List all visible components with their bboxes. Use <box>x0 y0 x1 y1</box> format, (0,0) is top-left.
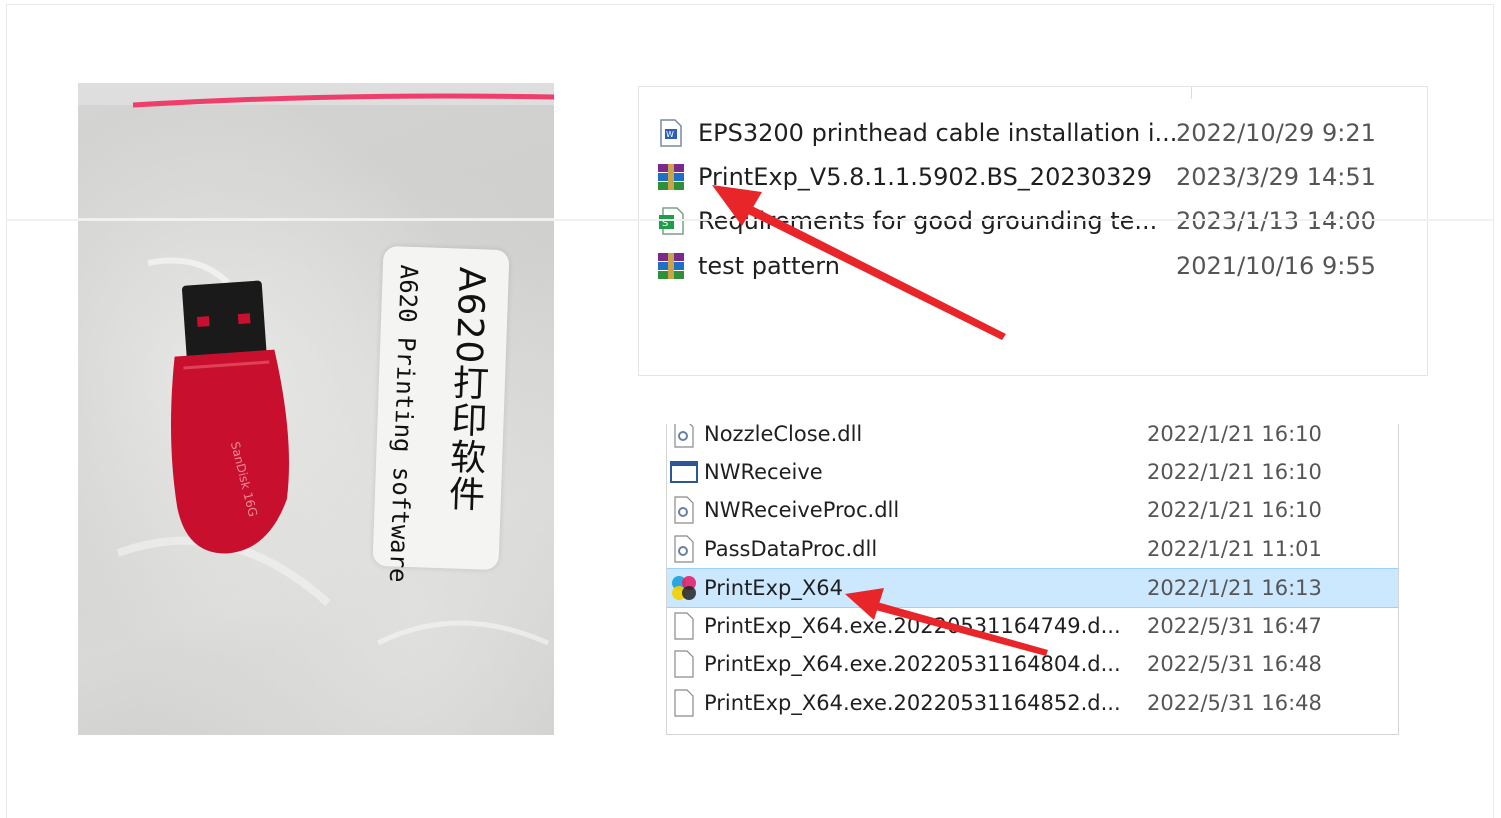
file-date: 2022/5/31 16:48 <box>1147 691 1322 715</box>
top-file-listing: W EPS3200 printhead cable installation i… <box>638 86 1428 376</box>
file-name: NWReceiveProc.dll <box>704 498 900 522</box>
dll-file-icon <box>669 424 699 450</box>
usb-label-chinese: A620打印软件 <box>442 266 492 513</box>
file-date: 2022/5/31 16:48 <box>1147 652 1322 676</box>
usb-label-english: A620 Printing software <box>383 264 423 583</box>
spreadsheet-icon: S <box>655 205 687 237</box>
file-row[interactable]: PassDataProc.dll 2022/1/21 11:01 <box>667 530 1398 568</box>
file-name: PrintExp_X64 <box>704 576 843 600</box>
usb-drive-photo: SanDisk 16G A620打印软件 A620 Printing softw… <box>78 83 554 735</box>
file-row[interactable]: NozzleClose.dll 2022/1/21 16:10 <box>667 424 1398 453</box>
dll-file-icon <box>669 494 699 526</box>
file-row[interactable]: NWReceive 2022/1/21 16:10 <box>667 453 1398 491</box>
svg-text:W: W <box>666 130 674 139</box>
file-name: PrintExp_X64.exe.20220531164749.d... <box>704 614 1121 638</box>
file-date: 2022/1/21 16:10 <box>1147 460 1322 484</box>
file-name: NozzleClose.dll <box>704 424 863 446</box>
file-row[interactable]: PrintExp_X64.exe.20220531164749.d... 202… <box>667 607 1398 645</box>
file-date: 2022/1/21 16:13 <box>1147 576 1322 600</box>
file-row[interactable]: W EPS3200 printhead cable installation i… <box>639 111 1427 155</box>
window-app-icon <box>669 456 699 488</box>
frame-left-line <box>6 4 7 818</box>
frame-top-line <box>6 4 1494 5</box>
file-date: 2022/10/29 9:21 <box>1176 119 1376 147</box>
frame-right-line <box>1493 4 1494 818</box>
dll-file-icon <box>669 533 699 565</box>
file-row-selected[interactable]: PrintExp_X64 2022/1/21 16:13 <box>667 568 1398 608</box>
usb-drive: SanDisk 16G <box>170 280 289 554</box>
file-date: 2022/5/31 16:47 <box>1147 614 1322 638</box>
file-date: 2021/10/16 9:55 <box>1176 252 1376 280</box>
file-name: PrintExp_V5.8.1.1.5902.BS_20230329 <box>698 163 1152 191</box>
blank-file-icon <box>669 610 699 642</box>
file-name: EPS3200 printhead cable installation i..… <box>698 119 1176 147</box>
file-date: 2022/1/21 16:10 <box>1147 498 1322 522</box>
usb-label-card: A620打印软件 A620 Printing software <box>372 245 510 583</box>
file-name: NWReceive <box>704 460 823 484</box>
blank-file-icon <box>669 687 699 719</box>
file-row[interactable]: PrintExp_X64.exe.20220531164804.d... 202… <box>667 645 1398 683</box>
printexp-app-icon <box>669 572 699 604</box>
document-icon: W <box>655 117 687 149</box>
column-separator <box>1191 87 1192 99</box>
file-name: test pattern <box>698 252 840 280</box>
file-name: Requirements for good grounding te... <box>698 207 1158 235</box>
blank-file-icon <box>669 648 699 680</box>
file-date: 2023/3/29 14:51 <box>1176 163 1376 191</box>
file-date: 2022/1/21 11:01 <box>1147 537 1322 561</box>
file-name: PassDataProc.dll <box>704 537 878 561</box>
file-name: PrintExp_X64.exe.20220531164852.d... <box>704 691 1121 715</box>
winrar-archive-icon <box>655 161 687 193</box>
file-row[interactable]: NWReceiveProc.dll 2022/1/21 16:10 <box>667 491 1398 529</box>
file-row[interactable]: test pattern 2021/10/16 9:55 <box>639 244 1427 288</box>
file-date: 2022/1/21 16:10 <box>1147 424 1322 446</box>
winrar-archive-icon <box>655 250 687 282</box>
file-row[interactable]: PrintExp_X64.exe.20220531164852.d... 202… <box>667 684 1398 722</box>
file-name: PrintExp_X64.exe.20220531164804.d... <box>704 652 1121 676</box>
file-row[interactable]: S Requirements for good grounding te... … <box>639 199 1427 243</box>
file-date: 2023/1/13 14:00 <box>1176 207 1376 235</box>
bottom-file-listing: NozzleClose.dll 2022/1/21 16:10 NWReceiv… <box>666 424 1399 735</box>
file-row[interactable]: PrintExp_V5.8.1.1.5902.BS_20230329 2023/… <box>639 155 1427 199</box>
frame-middle-line <box>6 219 1494 221</box>
